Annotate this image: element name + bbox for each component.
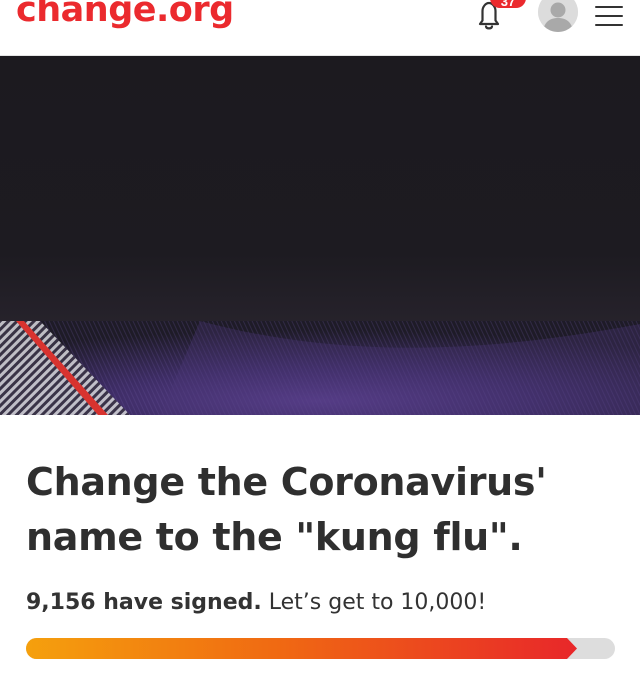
signature-goal: Let’s get to 10,000! <box>268 590 487 615</box>
hamburger-menu-button[interactable] <box>595 6 625 28</box>
hero-artwork <box>0 56 640 415</box>
petition-page: change.org 37 Change the Coronavirus' na… <box>0 0 640 675</box>
signature-count: 9,156 have signed. <box>26 590 262 615</box>
change-org-logo[interactable]: change.org <box>16 0 234 34</box>
user-avatar-button[interactable] <box>538 0 578 32</box>
user-avatar-icon <box>538 0 578 32</box>
notification-count-badge[interactable]: 37 <box>490 0 526 8</box>
top-nav-bar: change.org 37 <box>0 0 640 56</box>
hamburger-menu-icon <box>595 6 623 8</box>
signature-progress-bar <box>26 638 615 659</box>
signature-status: 9,156 have signed. Let’s get to 10,000! <box>26 588 486 618</box>
petition-hero-image <box>0 56 640 415</box>
signature-progress-fill <box>26 638 577 659</box>
petition-title: Change the Coronavirus' name to the "kun… <box>26 460 547 559</box>
